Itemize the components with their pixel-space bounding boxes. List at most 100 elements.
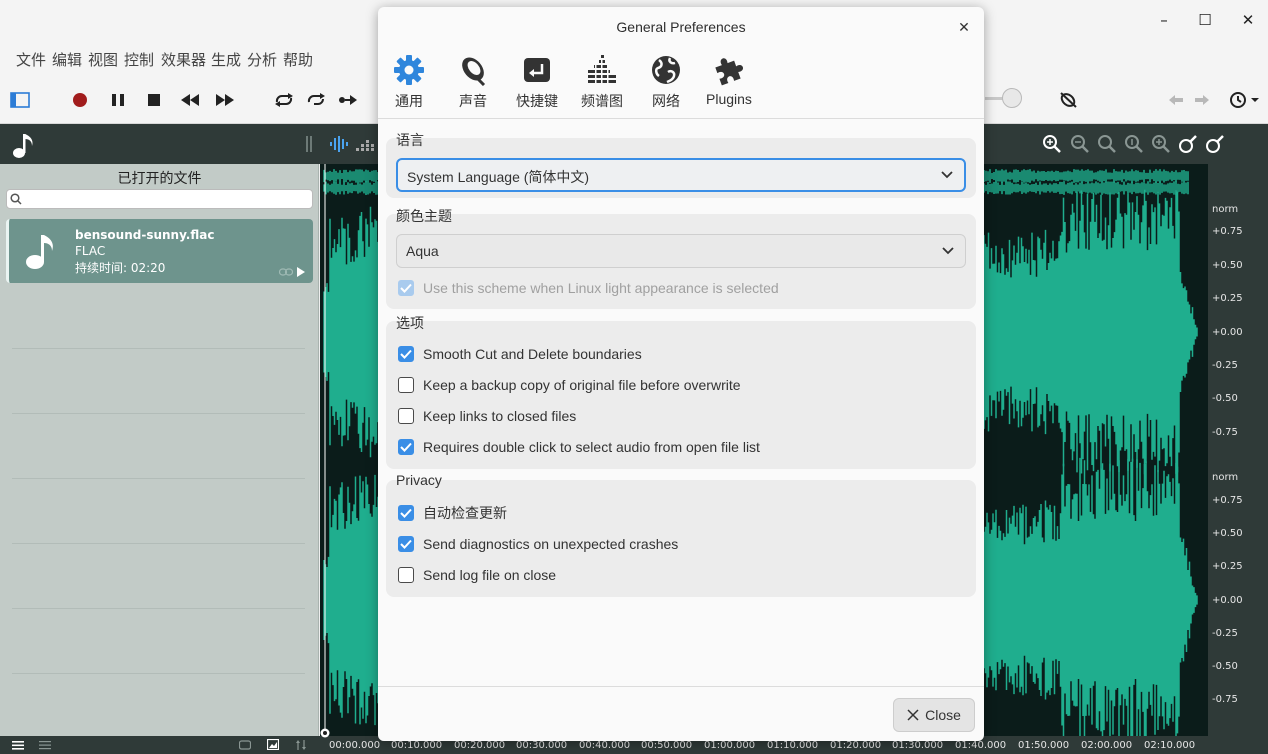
list-divider [12, 673, 305, 674]
language-dropdown[interactable]: System Language (简体中文) [396, 158, 966, 192]
double-click-checkbox[interactable]: Requires double click to select audio fr… [398, 437, 760, 457]
menu-effects[interactable]: 效果器 [161, 49, 206, 70]
menu-analyze[interactable]: 分析 [247, 49, 277, 70]
tab-plugins[interactable]: Plugins [706, 53, 752, 113]
preferences-dialog: General Preferences ✕ 通用 声音 快捷键 频谱图 网络 P… [378, 7, 984, 741]
zoom-in-icon[interactable] [1042, 134, 1062, 154]
send-log-checkbox[interactable]: Send log file on close [398, 565, 556, 585]
zoom-out-icon[interactable] [1070, 134, 1090, 154]
audio-file-icon [26, 235, 53, 269]
speaker-mute-icon[interactable] [1056, 88, 1080, 112]
play-next-icon[interactable] [336, 88, 360, 112]
vertical-zoom-in-icon[interactable] [1178, 134, 1198, 154]
file-name: bensound-sunny.flac [75, 228, 215, 242]
link-toggle-icon[interactable] [239, 740, 251, 750]
keyboard-icon [520, 53, 554, 87]
scale-label: -0.75 [1212, 427, 1238, 438]
spectrum-view-icon[interactable] [356, 136, 374, 152]
maximize-button[interactable]: ☐ [1195, 10, 1215, 30]
rewind-icon[interactable] [178, 88, 202, 112]
menu-control[interactable]: 控制 [124, 49, 154, 70]
close-window-button[interactable]: ✕ [1238, 10, 1258, 30]
menu-file[interactable]: 文件 [16, 49, 46, 70]
scale-label: norm [1212, 204, 1239, 215]
forward-arrow-icon[interactable] [1190, 88, 1214, 112]
play-file-icon[interactable] [297, 267, 305, 277]
sidebar-search-input[interactable] [6, 189, 313, 209]
scale-label: -0.50 [1212, 661, 1238, 672]
checkbox [398, 505, 414, 521]
tab-general[interactable]: 通用 [392, 53, 426, 113]
backup-copy-checkbox[interactable]: Keep a backup copy of original file befo… [398, 375, 741, 395]
loop-icon[interactable] [272, 88, 296, 112]
image-icon[interactable] [267, 739, 279, 750]
tab-network[interactable]: 网络 [649, 53, 683, 113]
chevron-down-icon [942, 247, 954, 255]
stop-icon[interactable] [142, 88, 166, 112]
theme-dropdown[interactable]: Aqua [396, 234, 966, 268]
speaker-icon [456, 53, 490, 87]
linux-scheme-checkbox[interactable]: Use this scheme when Linux light appeara… [398, 278, 779, 298]
timeline-tick: 02:00.000 [1081, 740, 1133, 751]
scale-label: +0.50 [1212, 528, 1243, 539]
menu-generate[interactable]: 生成 [211, 49, 241, 70]
drag-handle-icon[interactable] [306, 136, 312, 152]
scale-label: +0.75 [1212, 495, 1243, 506]
close-button[interactable]: Close [893, 698, 975, 732]
tab-label: 快捷键 [516, 93, 558, 109]
minimize-button[interactable]: – [1154, 10, 1174, 30]
list-divider [12, 478, 305, 479]
menu-help[interactable]: 帮助 [283, 49, 313, 70]
send-diagnostics-checkbox[interactable]: Send diagnostics on unexpected crashes [398, 534, 678, 554]
menu-view[interactable]: 视图 [88, 49, 118, 70]
close-icon [907, 709, 919, 721]
checkbox-label: Keep links to closed files [423, 408, 577, 424]
zoom-fit-icon[interactable] [1097, 134, 1117, 154]
fast-forward-icon[interactable] [213, 88, 237, 112]
scale-label: +0.50 [1212, 260, 1243, 271]
options-title: 选项 [396, 315, 424, 331]
scale-label: -0.50 [1212, 393, 1238, 404]
list-view-icon[interactable] [12, 740, 24, 750]
compact-view-icon[interactable] [39, 740, 51, 750]
pause-icon[interactable] [106, 88, 130, 112]
tab-label: Plugins [706, 91, 752, 107]
zoom-selection-icon[interactable] [1124, 134, 1144, 154]
checkbox-label: Send log file on close [423, 567, 557, 583]
zoom-full-icon[interactable] [1151, 134, 1171, 154]
close-button-label: Close [925, 707, 961, 723]
sort-icon[interactable] [296, 740, 306, 750]
checkbox [398, 439, 414, 455]
open-file-item[interactable]: bensound-sunny.flac FLAC 持续时间: 02:20 [6, 219, 313, 283]
timeline-tick: 01:40.000 [955, 740, 1007, 751]
dialog-close-icon[interactable]: ✕ [955, 19, 973, 37]
tab-spectrogram[interactable]: 频谱图 [581, 53, 623, 113]
auto-update-checkbox[interactable]: 自动检查更新 [398, 503, 507, 523]
theme-title: 颜色主题 [396, 208, 452, 224]
tab-separator [378, 118, 984, 119]
tab-sound[interactable]: 声音 [456, 53, 490, 113]
file-duration: 持续时间: 02:20 [75, 261, 166, 275]
menu-edit[interactable]: 编辑 [52, 49, 82, 70]
search-icon [10, 193, 22, 205]
open-files-sidebar: 已打开的文件 bensound-sunny.flac FLAC 持续时间: 02… [0, 164, 319, 736]
repeat-icon[interactable] [304, 88, 328, 112]
scale-label: -0.25 [1212, 628, 1238, 639]
tab-shortcuts[interactable]: 快捷键 [516, 53, 558, 113]
vertical-zoom-out-icon[interactable] [1205, 134, 1225, 154]
volume-slider-knob[interactable] [1002, 88, 1022, 108]
scale-label: +0.25 [1212, 561, 1243, 572]
record-icon[interactable] [68, 88, 92, 112]
scale-label: +0.25 [1212, 293, 1243, 304]
back-arrow-icon[interactable] [1164, 88, 1188, 112]
waveform-view-icon[interactable] [330, 136, 350, 152]
checkbox [398, 536, 414, 552]
scale-label: +0.75 [1212, 226, 1243, 237]
toggle-sidebar-icon[interactable] [8, 88, 32, 112]
smooth-cut-checkbox[interactable]: Smooth Cut and Delete boundaries [398, 344, 642, 364]
history-icon[interactable] [1226, 88, 1262, 112]
gear-icon [392, 53, 426, 87]
list-divider [12, 608, 305, 609]
keep-links-checkbox[interactable]: Keep links to closed files [398, 406, 576, 426]
playhead-marker-icon[interactable] [320, 727, 330, 739]
